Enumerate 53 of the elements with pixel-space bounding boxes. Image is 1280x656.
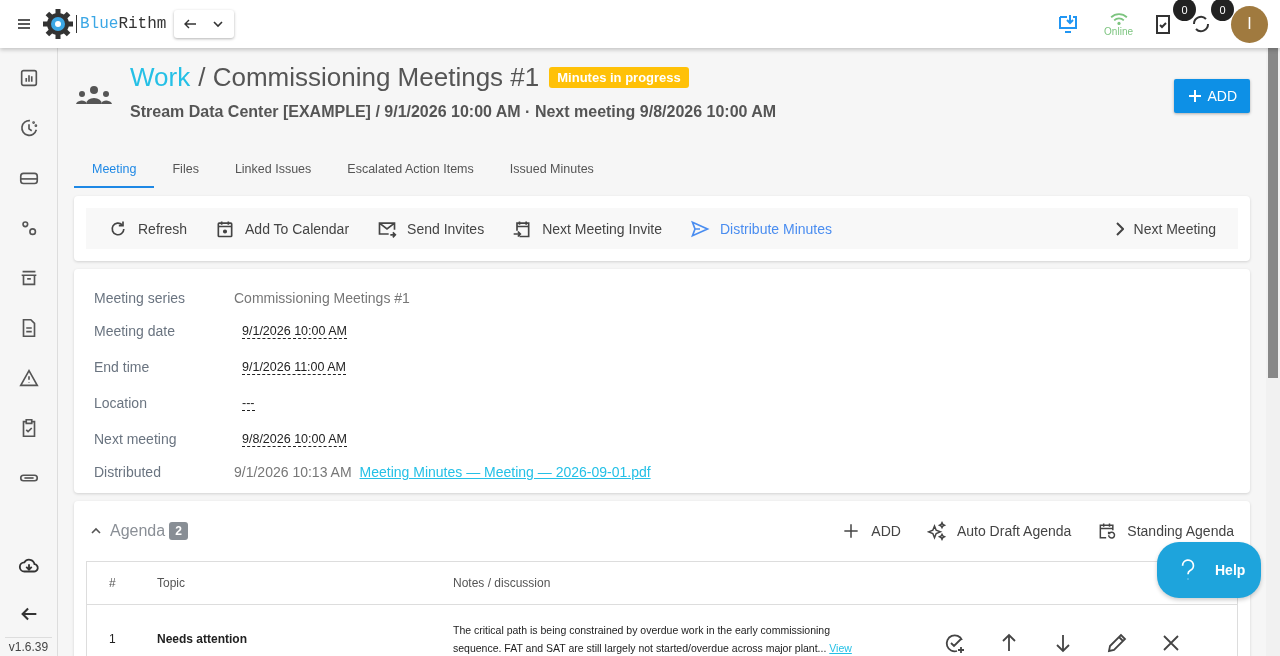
editable-value[interactable]: 9/8/2026 10:00 AM <box>242 431 347 447</box>
standing-agenda-button[interactable]: Standing Agenda <box>1097 521 1234 541</box>
field-label: Next meeting <box>94 431 178 447</box>
auto-draft-button[interactable]: Auto Draft Agenda <box>926 521 1072 541</box>
field-value: 9/1/2026 10:13 AM <box>234 464 352 480</box>
editable-value[interactable]: --- <box>242 395 255 411</box>
user-avatar[interactable]: I <box>1231 5 1268 43</box>
field-label: Distributed <box>94 464 162 480</box>
clipboard-check-icon[interactable] <box>1155 12 1171 36</box>
version-label: v1.6.39 <box>4 637 53 656</box>
field-label: Location <box>94 395 148 411</box>
field-label: End time <box>94 359 151 375</box>
table-cell-text: 1 <box>108 632 117 646</box>
column-header: Topic <box>157 576 186 590</box>
field-label: Meeting series <box>94 290 187 306</box>
add-item-button[interactable]: ADD <box>841 521 901 541</box>
tab[interactable]: Files <box>154 154 217 188</box>
next-button[interactable]: Next Meeting <box>1095 220 1230 237</box>
editable-value[interactable]: 9/1/2026 11:00 AM <box>242 359 347 375</box>
gear-logo-icon <box>42 8 74 40</box>
status-badge: Minutes in progress <box>549 67 689 88</box>
warning-icon[interactable] <box>17 367 40 389</box>
menu-icon[interactable] <box>16 16 32 32</box>
field-label: Meeting date <box>94 323 176 339</box>
chevron-right-icon <box>1115 221 1124 236</box>
send-invites-button[interactable]: Send Invites <box>363 218 499 239</box>
table-cell-text: Needs attention <box>157 632 248 646</box>
count-badge: 0 <box>1211 0 1234 21</box>
section-title: Agenda <box>110 522 166 540</box>
tab[interactable]: Meeting <box>74 154 155 188</box>
check-add-icon[interactable] <box>943 631 967 655</box>
logo-text: BlueRithm <box>76 15 167 33</box>
sparkle-icon <box>926 521 947 541</box>
tab[interactable]: Linked Issues <box>216 154 330 188</box>
tab[interactable]: Escalated Action Items <box>329 154 492 188</box>
scrollbar[interactable] <box>1266 48 1280 656</box>
column-header: Notes / discussion <box>453 576 552 590</box>
count-badge: 2 <box>169 522 188 540</box>
tab[interactable]: Issued Minutes <box>491 154 612 188</box>
refresh-button[interactable]: Refresh <box>94 218 202 239</box>
online-status: Online <box>1104 25 1133 37</box>
plus-icon <box>1187 88 1204 104</box>
column-header: # <box>108 576 117 590</box>
editable-value[interactable]: 9/1/2026 10:00 AM <box>242 323 347 339</box>
page-title: / Commissioning Meetings #1 <box>198 62 540 93</box>
calendar-button[interactable]: Add To Calendar <box>201 218 364 239</box>
send-icon <box>690 218 710 239</box>
count-badge: 0 <box>1173 0 1196 21</box>
invite-button[interactable]: Next Meeting Invite <box>498 218 676 239</box>
calendar-repeat-icon <box>1097 521 1118 541</box>
page-subtitle: Stream Data Center [EXAMPLE] / 9/1/2026 10:00 AM · Next meeting 9/8/2026 10:00 AM <box>130 103 778 121</box>
notes-text: The critical path is being constrained by overdue work in the early commissioning sequence. FAT and SAT are still largely not started/overdue across major plant... View <box>453 623 853 656</box>
pencil-icon[interactable] <box>1105 631 1129 655</box>
